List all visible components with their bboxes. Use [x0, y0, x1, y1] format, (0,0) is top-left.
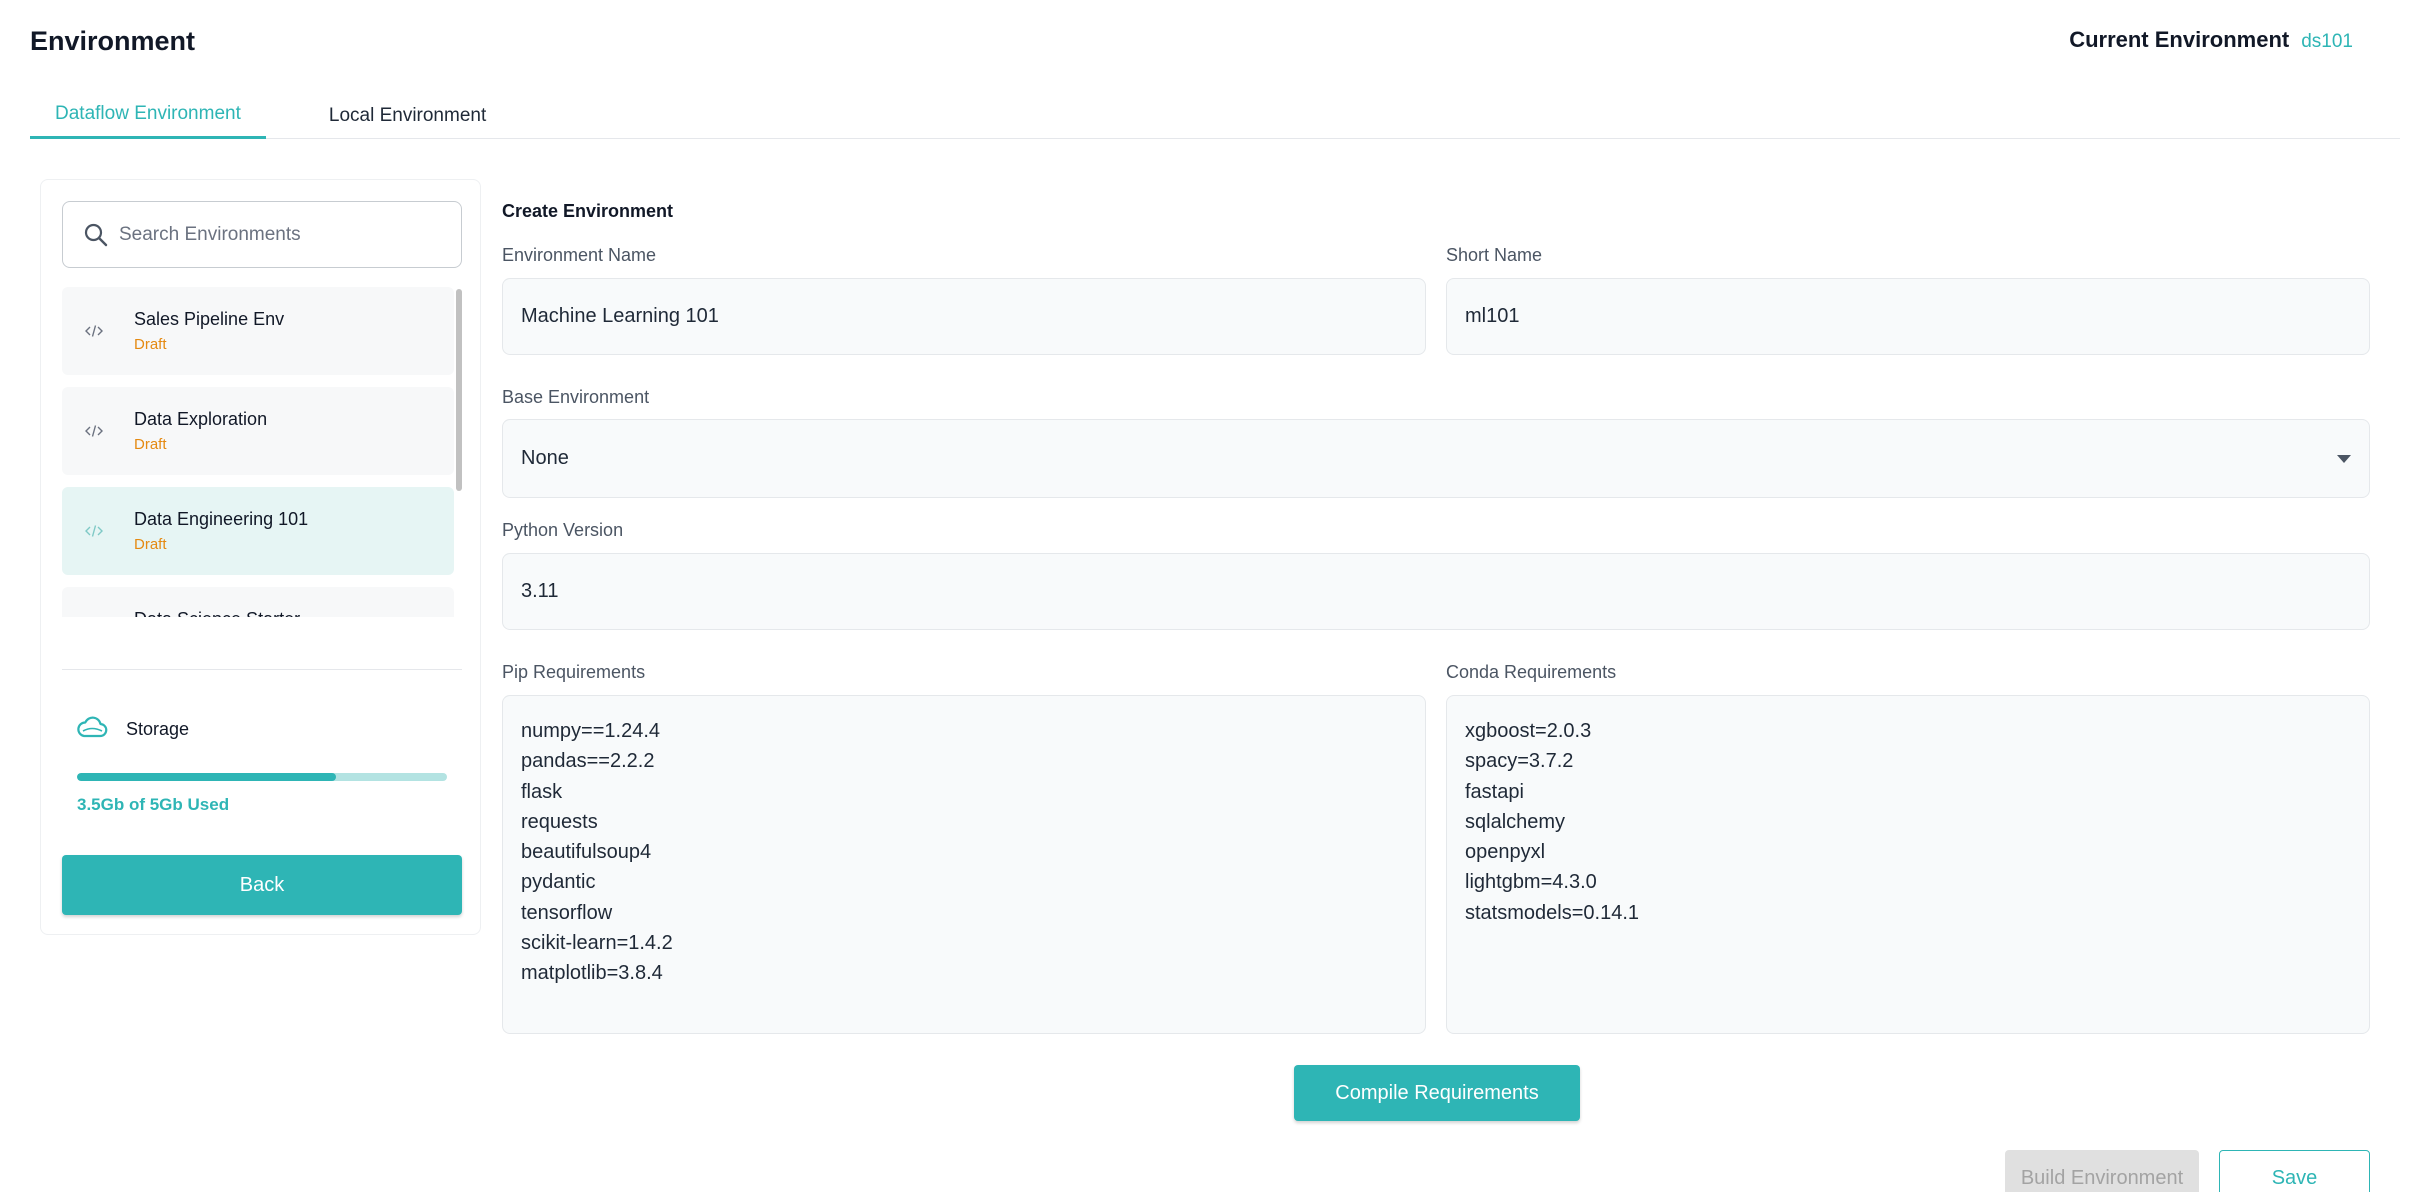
form-heading: Create Environment	[502, 201, 674, 221]
environment-list: Sales Pipeline Env Draft Data Exploratio…	[62, 287, 462, 617]
tab-local-environment[interactable]: Local Environment	[304, 92, 511, 139]
list-item[interactable]: Data Science Starter	[62, 587, 454, 617]
conda-requirement-line: lightgbm=4.3.0	[1465, 871, 1597, 894]
pip-requirement-line: scikit-learn=1.4.2	[521, 932, 673, 955]
conda-requirement-line: xgboost=2.0.3	[1465, 720, 1592, 742]
scrollbar-thumb[interactable]	[456, 289, 462, 491]
environment-name: Data Science Starter	[134, 609, 300, 617]
python-version-label: Python Version	[502, 520, 624, 540]
pip-requirement-line: pandas==2.2.2	[521, 750, 655, 773]
short-name-label: Short Name	[1446, 245, 1543, 265]
short-name-field[interactable]: ml101	[1446, 278, 2370, 355]
pip-requirement-line: pydantic	[521, 871, 596, 894]
status-badge: Draft	[134, 436, 167, 453]
tab-dataflow-environment[interactable]: Dataflow Environment	[30, 92, 266, 139]
environment-name: Data Exploration	[134, 409, 268, 429]
search-input[interactable]	[119, 223, 439, 246]
base-environment-select[interactable]: None	[502, 419, 2370, 498]
environment-tabs: Dataflow Environment Local Environment	[30, 92, 2400, 139]
current-environment-label: Current Environment	[2069, 27, 2290, 52]
pip-requirement-line: numpy==1.24.4	[521, 720, 660, 742]
conda-requirement-line: fastapi	[1465, 780, 1524, 803]
pip-requirement-line: requests	[521, 810, 598, 833]
cloud-icon	[76, 715, 108, 744]
list-item[interactable]: Data Exploration Draft	[62, 387, 454, 475]
pip-requirements-label: Pip Requirements	[502, 662, 646, 682]
save-button[interactable]: Save	[2219, 1150, 2370, 1192]
current-environment-value[interactable]: ds101	[2301, 31, 2353, 53]
pip-requirement-line: tensorflow	[521, 901, 613, 924]
code-icon	[84, 324, 104, 338]
environment-name: Data Engineering 101	[134, 509, 309, 529]
search-icon	[83, 222, 109, 248]
build-environment-button[interactable]: Build Environment	[2005, 1150, 2199, 1192]
base-environment-value: None	[521, 447, 569, 469]
storage-used-text: 3.5Gb of 5Gb Used	[77, 795, 230, 814]
pip-requirement-line: beautifulsoup4	[521, 841, 652, 864]
conda-requirement-line: spacy=3.7.2	[1465, 750, 1574, 773]
pip-requirement-line: matplotlib=3.8.4	[521, 962, 663, 985]
storage-progress-fill	[77, 773, 336, 781]
environment-name: Sales Pipeline Env	[134, 309, 285, 329]
code-icon	[84, 524, 104, 538]
environment-name-field[interactable]: Machine Learning 101	[502, 278, 1426, 355]
conda-requirement-line: statsmodels=0.14.1	[1465, 901, 1639, 924]
page-title: Environment	[30, 26, 196, 56]
search-box[interactable]	[62, 201, 462, 268]
base-environment-label: Base Environment	[502, 387, 650, 407]
conda-requirement-line: openpyxl	[1465, 841, 1546, 864]
environment-name-label: Environment Name	[502, 245, 657, 265]
back-button[interactable]: Back	[62, 855, 462, 915]
storage-progress-bar	[77, 773, 447, 781]
chevron-down-icon	[2337, 454, 2351, 463]
storage-label: Storage	[126, 719, 190, 739]
conda-requirement-line: sqlalchemy	[1465, 810, 1566, 833]
code-icon	[84, 424, 104, 438]
list-item[interactable]: Data Engineering 101 Draft	[62, 487, 454, 575]
divider	[62, 669, 462, 670]
environment-sidebar: Sales Pipeline Env Draft Data Exploratio…	[40, 179, 481, 935]
status-badge: Draft	[134, 336, 167, 353]
status-badge: Draft	[134, 536, 167, 553]
current-environment: Current Environment ds101	[2069, 27, 2353, 53]
conda-requirements-label: Conda Requirements	[1446, 662, 1617, 682]
compile-requirements-button[interactable]: Compile Requirements	[1294, 1065, 1580, 1121]
python-version-field[interactable]: 3.11	[502, 553, 2370, 630]
pip-requirement-line: flask	[521, 780, 563, 803]
pip-requirements-textarea[interactable]: numpy==1.24.4 pandas==2.2.2 flask reques…	[502, 695, 1426, 1034]
conda-requirements-textarea[interactable]: xgboost=2.0.3 spacy=3.7.2 fastapi sqlalc…	[1446, 695, 2370, 1034]
storage-section: Storage	[76, 715, 189, 744]
list-item[interactable]: Sales Pipeline Env Draft	[62, 287, 454, 375]
